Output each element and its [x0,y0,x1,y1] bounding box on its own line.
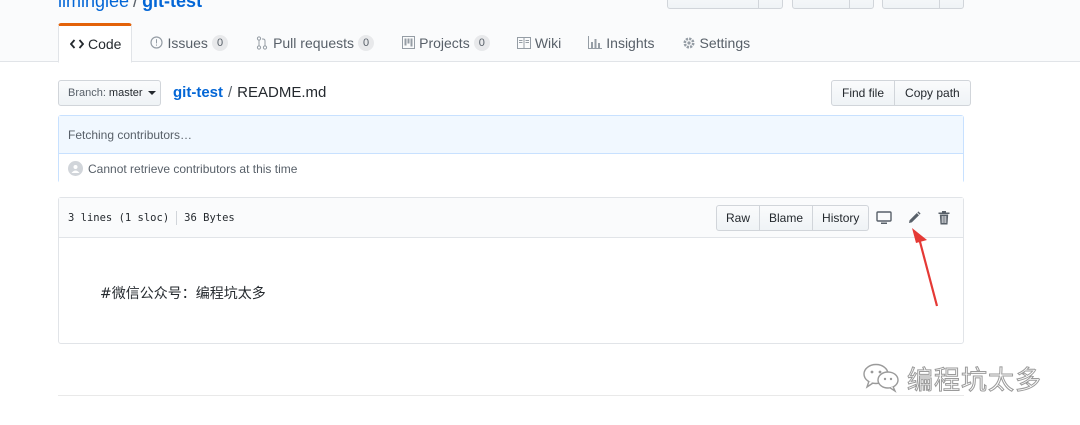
breadcrumb: git-test / README.md [173,84,326,101]
repo-name-link[interactable]: git-test [142,0,202,11]
tab-insights[interactable]: Insights [577,23,664,62]
branch-label: Branch: [68,87,106,99]
graph-icon [587,35,603,51]
tab-label: Insights [606,34,655,51]
tab-label: Issues [167,34,208,51]
watch-button[interactable] [667,0,783,9]
tab-projects[interactable]: Projects 0 [390,23,500,62]
page-divider [58,395,964,396]
history-button[interactable]: History [813,205,870,231]
blame-button[interactable]: Blame [760,205,814,231]
file-header: 3 lines (1 sloc) 36 Bytes Raw Blame Histo… [59,198,963,238]
tab-issues[interactable]: Issues 0 [138,23,238,62]
tab-settings[interactable]: Settings [671,23,761,62]
projects-counter: 0 [473,34,490,51]
tab-label: Pull requests [273,34,354,51]
fork-button[interactable] [882,0,964,9]
branch-name: master [108,87,143,99]
star-button[interactable] [792,0,874,9]
watermark-text: 编程坑太多 [906,366,1043,397]
file-viewer: 3 lines (1 sloc) 36 Bytes Raw Blame Histo… [58,197,964,344]
breadcrumb-file: README.md [237,84,327,101]
chevron-down-icon [147,91,156,95]
book-icon [516,35,532,51]
desktop-icon[interactable] [875,209,893,227]
breadcrumb-separator: / [228,84,233,101]
file-lines: 3 lines (1 sloc) [68,212,170,224]
fetching-contributors-text: Fetching contributors… [68,127,193,142]
repo-owner-link[interactable]: liminglee [58,0,129,11]
file-size: 36 Bytes [184,212,235,224]
project-icon [400,35,416,51]
repo-nav-tabs: Code Issues 0 Pull requests 0 Projects 0 [58,23,766,63]
tab-label: Settings [699,34,751,51]
tab-label: Projects [419,34,470,51]
pull-requests-counter: 0 [358,34,375,51]
wechat-icon [861,361,901,396]
watermark: 编程坑太多 [861,360,1042,397]
file-info: 3 lines (1 sloc) 36 Bytes [68,211,235,225]
pencil-icon[interactable] [905,209,923,227]
contributors-status: Fetching contributors… [59,116,963,154]
find-file-button[interactable]: Find file [831,80,896,106]
trash-icon[interactable] [935,209,953,227]
repo-header: liminglee / git-test Code Issues 0 Pull re… [0,0,1080,63]
tab-label: Code [88,36,122,52]
tab-code[interactable]: Code [58,23,133,63]
tab-pull-requests[interactable]: Pull requests 0 [244,23,384,62]
tab-label: Wiki [534,34,562,51]
repo-title-separator: / [133,0,139,11]
tab-wiki[interactable]: Wiki [506,23,571,62]
raw-button[interactable]: Raw [716,205,761,231]
issues-counter: 0 [211,34,229,51]
file-action-buttons: Raw Blame History [716,205,870,231]
gear-icon [681,35,697,51]
contributors-error-text: Cannot retrieve contributors at this tim… [88,161,298,176]
copy-path-button[interactable]: Copy path [895,80,971,106]
contributors-box: Fetching contributors… Cannot retrieve c… [58,115,964,183]
pull-request-icon [254,35,270,51]
file-info-divider [176,211,178,225]
branch-selector[interactable]: Branch: master [58,80,161,106]
readme-content: #微信公众号：编程坑太多 [100,286,266,302]
contributors-error-row: Cannot retrieve contributors at this tim… [59,154,963,183]
repo-title: liminglee / git-test [58,0,202,12]
avatar-icon [68,161,83,176]
issue-icon [148,35,164,51]
breadcrumb-root-link[interactable]: git-test [173,84,223,101]
code-icon [69,36,85,52]
file-nav-buttons: Find file Copy path [831,80,971,106]
